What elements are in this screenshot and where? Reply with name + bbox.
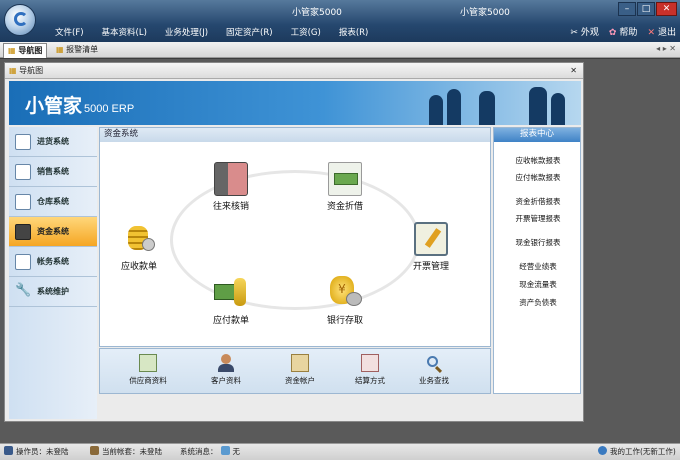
title-bar: 小管家5000 小管家5000 – □ ✕ 文件(F) 基本资料(L) 业务处理… bbox=[0, 0, 680, 42]
quick-supplier[interactable]: 供应商资料 bbox=[118, 354, 178, 386]
tab-alerts[interactable]: ▦ 报警清单 bbox=[52, 43, 102, 58]
status-message: 系统消息：无 bbox=[180, 446, 240, 456]
brand-banner: 小管家 5000 ERP bbox=[9, 81, 581, 125]
sidebar-item-accounting[interactable]: 帐务系统 bbox=[9, 247, 97, 277]
node-bank-deposit[interactable]: ¥ 银行存取 bbox=[310, 276, 380, 326]
menu-business[interactable]: 业务处理(J) bbox=[156, 26, 217, 38]
operator-icon bbox=[4, 446, 13, 455]
search-icon bbox=[425, 354, 443, 374]
report-center: 报表中心 应收帐款报表 应付帐款报表 资金折借报表 开票管理报表 现金银行报表 … bbox=[493, 127, 581, 394]
node-fund-lending[interactable]: 资金折借 bbox=[310, 162, 380, 212]
menu-basic-data[interactable]: 基本资料(L) bbox=[93, 26, 156, 38]
window-title: 小管家5000 bbox=[292, 8, 342, 18]
quick-search[interactable]: 业务查找 bbox=[404, 354, 464, 386]
tab-scroll-arrows[interactable]: ◂ ▸ ✕ bbox=[656, 44, 676, 53]
report-payable[interactable]: 应付帐款报表 bbox=[494, 172, 582, 183]
help-button[interactable]: ✿ 帮助 bbox=[609, 25, 638, 38]
status-my-work[interactable]: 我的工作(无新工作) bbox=[598, 444, 676, 460]
report-cash-bank[interactable]: 现金银行报表 bbox=[494, 237, 582, 248]
tab-navigation[interactable]: ▦ 导航图 bbox=[3, 43, 48, 58]
supplier-icon bbox=[139, 354, 157, 372]
appearance-button[interactable]: ✂ 外观 bbox=[570, 25, 599, 38]
menu-reports[interactable]: 报表(R) bbox=[330, 26, 378, 38]
status-account: 当前帐套：未登陆 bbox=[90, 444, 162, 460]
quick-access-bar: 供应商资料 客户资料 资金帐户 结算方式 业务查找 bbox=[99, 348, 491, 394]
node-reconciliation[interactable]: 往来核销 bbox=[196, 162, 266, 212]
sales-chart-icon bbox=[15, 163, 31, 180]
help-icon: ✿ bbox=[608, 28, 617, 38]
sidebar-item-warehouse[interactable]: 仓库系统 bbox=[9, 187, 97, 217]
report-receivable[interactable]: 应收帐款报表 bbox=[494, 155, 582, 166]
node-invoicing[interactable]: 开票管理 bbox=[396, 222, 466, 272]
report-invoicing[interactable]: 开票管理报表 bbox=[494, 213, 582, 224]
customer-icon bbox=[217, 354, 235, 372]
maximize-button[interactable]: □ bbox=[637, 2, 655, 16]
purchase-icon bbox=[15, 133, 31, 150]
panel-header: ▦ 导航图 ✕ bbox=[5, 63, 583, 79]
report-performance[interactable]: 经营业绩表 bbox=[494, 261, 582, 272]
sidebar-item-maintenance[interactable]: 🔧 系统维护 bbox=[9, 277, 97, 307]
alert-tab-icon: ▦ bbox=[56, 45, 67, 54]
panel-icon: ▦ bbox=[9, 66, 20, 75]
exit-button[interactable]: ✕ 退出 bbox=[647, 25, 676, 38]
report-cash-flow[interactable]: 现金流量表 bbox=[494, 279, 582, 290]
quick-settlement[interactable]: 结算方式 bbox=[340, 354, 400, 386]
ledger-book-icon bbox=[214, 162, 248, 196]
navigation-panel: ▦ 导航图 ✕ 小管家 5000 ERP 进货系统 销售系统 仓库系统 资金系统 … bbox=[4, 62, 584, 422]
close-button[interactable]: ✕ bbox=[656, 2, 677, 16]
yen-coins-icon: ¥ bbox=[328, 276, 362, 310]
message-icon bbox=[220, 446, 230, 455]
menu-bar: 文件(F) 基本资料(L) 业务处理(J) 固定资产(R) 工资(G) 报表(R… bbox=[46, 26, 377, 38]
panel-close-button[interactable]: ✕ bbox=[570, 63, 577, 78]
section-title: 资金系统 bbox=[100, 128, 490, 142]
report-center-title: 报表中心 bbox=[494, 128, 580, 142]
cash-stack-icon bbox=[214, 276, 248, 310]
sidebar-item-sales[interactable]: 销售系统 bbox=[9, 157, 97, 187]
quick-customer[interactable]: 客户资料 bbox=[196, 354, 256, 386]
minimize-button[interactable]: – bbox=[618, 2, 636, 16]
nav-tab-icon: ▦ bbox=[8, 46, 19, 55]
menu-salary[interactable]: 工资(G) bbox=[282, 26, 330, 38]
funds-book-icon bbox=[15, 223, 31, 240]
settlement-icon bbox=[361, 354, 379, 372]
report-fund-lending[interactable]: 资金折借报表 bbox=[494, 196, 582, 207]
brand-logo: 小管家 5000 ERP bbox=[25, 95, 135, 117]
warehouse-icon bbox=[15, 193, 31, 210]
app-logo-icon[interactable] bbox=[4, 4, 36, 36]
report-balance-sheet[interactable]: 资产负债表 bbox=[494, 297, 582, 308]
ledger-icon bbox=[15, 253, 31, 270]
sidebar-item-purchase[interactable]: 进货系统 bbox=[9, 127, 97, 157]
account-icon bbox=[291, 354, 309, 372]
money-envelope-icon bbox=[328, 162, 362, 196]
system-sidebar: 进货系统 销售系统 仓库系统 资金系统 帐务系统 🔧 系统维护 bbox=[9, 127, 97, 419]
document-tab-bar: ▦ 导航图 ▦ 报警清单 ◂ ▸ ✕ bbox=[0, 42, 680, 58]
status-bar: 操作员：未登陆 当前帐套：未登陆 系统消息：无 我的工作(无新工作) bbox=[0, 443, 680, 460]
right-menu: ✂ 外观 ✿ 帮助 ✕ 退出 bbox=[570, 25, 676, 38]
panel-title: 导航图 bbox=[19, 66, 44, 75]
menu-fixed-assets[interactable]: 固定资产(R) bbox=[217, 26, 282, 38]
invoice-edit-icon bbox=[414, 222, 448, 256]
node-payable[interactable]: 应付款单 bbox=[196, 276, 266, 326]
coin-stack-icon bbox=[122, 222, 156, 256]
window-title-secondary: 小管家5000 bbox=[460, 8, 510, 18]
exit-icon: ✕ bbox=[647, 28, 655, 38]
wrench-icon: 🔧 bbox=[15, 282, 32, 298]
tools-icon: ✂ bbox=[570, 28, 578, 38]
funds-diagram-area: 资金系统 往来核销 资金折借 开票管理 ¥ 银行存取 应付款单 应收款单 bbox=[99, 127, 491, 347]
account-book-icon bbox=[90, 446, 99, 455]
quick-fund-account[interactable]: 资金帐户 bbox=[270, 354, 330, 386]
work-icon bbox=[598, 446, 607, 455]
node-receivable[interactable]: 应收款单 bbox=[104, 222, 174, 272]
status-operator: 操作员：未登陆 bbox=[4, 444, 69, 460]
menu-file[interactable]: 文件(F) bbox=[46, 26, 93, 38]
sidebar-item-funds[interactable]: 资金系统 bbox=[9, 217, 97, 247]
